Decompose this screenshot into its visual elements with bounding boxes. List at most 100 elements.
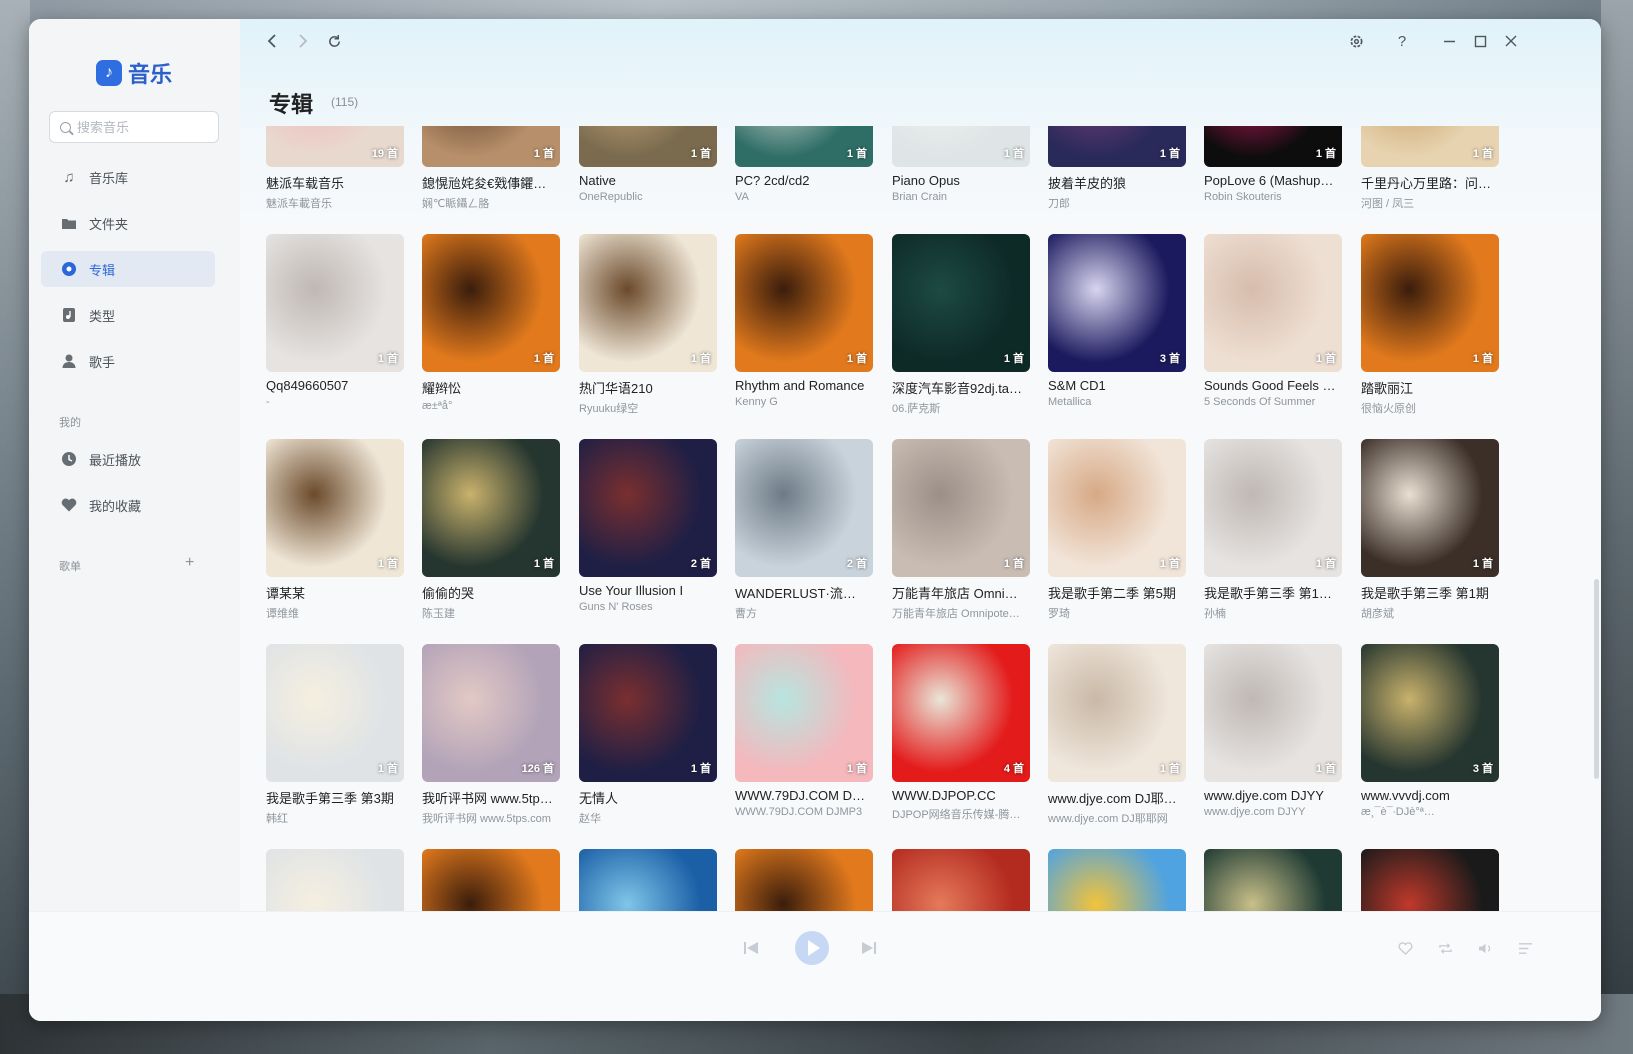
sidebar-item-favorites[interactable]: 我的收藏 (41, 487, 215, 523)
forward-button[interactable] (291, 29, 315, 53)
album-card[interactable]: 1 首 www.djye.com DJ耶… www.djye.com DJ耶耶网 (1048, 644, 1186, 826)
play-button[interactable] (795, 931, 829, 965)
album-cover[interactable]: 1 首 (735, 234, 873, 372)
repeat-button[interactable] (1436, 939, 1454, 957)
album-cover[interactable] (579, 849, 717, 911)
favorite-button[interactable] (1396, 939, 1414, 957)
add-playlist-button[interactable]: + (185, 554, 194, 572)
album-cover[interactable] (1361, 849, 1499, 911)
settings-button[interactable] (1344, 29, 1368, 53)
album-card[interactable]: 1 首 Rhythm and Romance Kenny G (735, 234, 873, 408)
album-card[interactable]: 1 首谭某某 谭维维 (266, 439, 404, 621)
album-cover[interactable]: 1 首 (1361, 126, 1499, 167)
album-card[interactable]: 4 首 WWW.DJPOP.CC DJPOP网络音乐传媒-腾… (892, 644, 1030, 822)
playlist-queue-button[interactable] (1516, 939, 1534, 957)
album-card[interactable]: 3 首 www.vvvdj.com æ¸¯è¯∙DJè°ª… (1361, 644, 1499, 818)
album-cover[interactable]: 1 首 (892, 439, 1030, 577)
album-card[interactable]: 3 首 S&M CD1 Metallica (1048, 234, 1186, 408)
album-card[interactable]: 126 首我听评书网 www.5tp… 我听评书网 www.5tps.com (422, 644, 560, 826)
album-cover[interactable] (266, 849, 404, 911)
album-card[interactable]: 1 首踏歌丽江 很恼火原创 (1361, 234, 1499, 416)
album-cover[interactable]: 1 首 (892, 126, 1030, 167)
album-cover[interactable]: 1 首 (1048, 644, 1186, 782)
album-card[interactable]: 1 首 Piano Opus Brian Crain (892, 126, 1030, 203)
back-button[interactable] (260, 29, 284, 53)
album-card[interactable]: 2 首 Use Your Illusion I Guns N' Roses (579, 439, 717, 613)
album-card[interactable]: 1 首我是歌手第三季 第1… 孙楠 (1204, 439, 1342, 621)
sidebar-item-singers[interactable]: 歌手 (41, 343, 215, 379)
album-card[interactable]: 1 首 www.djye.com DJYY www.djye.com DJYY (1204, 644, 1342, 818)
sidebar-item-albums[interactable]: 专辑 (41, 251, 215, 287)
album-cover[interactable]: 1 首 (1204, 126, 1342, 167)
album-cover[interactable]: 2 首 (735, 439, 873, 577)
scrollbar[interactable] (1594, 579, 1599, 779)
album-card[interactable] (422, 849, 560, 911)
album-card[interactable] (1048, 849, 1186, 911)
sidebar-item-recent[interactable]: 最近播放 (41, 441, 215, 477)
album-cover[interactable]: 1 首 (1361, 234, 1499, 372)
album-card[interactable] (1204, 849, 1342, 911)
album-cover[interactable] (735, 849, 873, 911)
album-cover[interactable]: 1 首 (266, 234, 404, 372)
search-box[interactable] (49, 111, 219, 143)
album-card[interactable]: 1 首 WWW.79DJ.COM D… WWW.79DJ.COM DJMP3 (735, 644, 873, 818)
album-card[interactable]: 1 首偷偷的哭 陈玉建 (422, 439, 560, 621)
album-grid[interactable]: 19 首魅派车载音乐 魅派车載音乐 1 首鎴愰兘姹夋€戣倳鑺… 娴℃眽鑷ㄥ胳 1 首 Na… (240, 126, 1601, 911)
album-cover[interactable]: 1 首 (1204, 644, 1342, 782)
album-card[interactable]: 1 首万能青年旅店 Omni… 万能青年旅店 Omnipote… (892, 439, 1030, 621)
album-card[interactable] (735, 849, 873, 911)
album-cover[interactable]: 1 首 (1204, 439, 1342, 577)
album-cover[interactable]: 1 首 (266, 644, 404, 782)
album-card[interactable]: 1 首深度汽车影音92dj.ta… 06.萨克斯 (892, 234, 1030, 416)
album-card[interactable]: 1 首我是歌手第三季 第1期 胡彦斌 (1361, 439, 1499, 621)
album-card[interactable] (1361, 849, 1499, 911)
album-cover[interactable]: 1 首 (579, 644, 717, 782)
album-cover[interactable] (1048, 849, 1186, 911)
next-button[interactable] (859, 938, 879, 958)
album-card[interactable] (892, 849, 1030, 911)
album-card[interactable]: 1 首披着羊皮的狼 刀郎 (1048, 126, 1186, 211)
album-cover[interactable]: 1 首 (579, 126, 717, 167)
album-card[interactable]: 1 首 PC? 2cd/cd2 VA (735, 126, 873, 203)
album-cover[interactable]: 1 首 (579, 234, 717, 372)
album-cover[interactable] (892, 849, 1030, 911)
help-button[interactable]: ? (1390, 29, 1414, 53)
refresh-button[interactable] (322, 29, 346, 53)
maximize-button[interactable] (1468, 29, 1492, 53)
album-cover[interactable] (1204, 849, 1342, 911)
album-card[interactable]: 1 首 Native OneRepublic (579, 126, 717, 203)
album-cover[interactable]: 126 首 (422, 644, 560, 782)
album-cover[interactable]: 4 首 (892, 644, 1030, 782)
album-card[interactable]: 19 首魅派车载音乐 魅派车載音乐 (266, 126, 404, 211)
album-card[interactable] (266, 849, 404, 911)
album-cover[interactable] (422, 849, 560, 911)
album-card[interactable]: 1 首耀辫忪 æ±ªå° (422, 234, 560, 412)
album-card[interactable]: 2 首 WANDERLUST·流… 曹方 (735, 439, 873, 621)
album-cover[interactable]: 1 首 (422, 126, 560, 167)
album-cover[interactable]: 1 首 (735, 644, 873, 782)
album-cover[interactable]: 1 首 (1048, 126, 1186, 167)
album-cover[interactable]: 19 首 (266, 126, 404, 167)
sidebar-item-folders[interactable]: 文件夹 (41, 205, 215, 241)
album-cover[interactable]: 1 首 (735, 126, 873, 167)
album-cover[interactable]: 1 首 (1204, 234, 1342, 372)
sidebar-item-library[interactable]: ♫ 音乐库 (41, 159, 215, 195)
album-cover[interactable]: 2 首 (579, 439, 717, 577)
album-cover[interactable]: 3 首 (1048, 234, 1186, 372)
album-card[interactable]: 1 首千里丹心万里路：问… 河图 / 凤三 (1361, 126, 1499, 211)
album-card[interactable]: 1 首 Qq849660507 - (266, 234, 404, 408)
album-card[interactable]: 1 首我是歌手第二季 第5期 罗琦 (1048, 439, 1186, 621)
album-card[interactable]: 1 首 Sounds Good Feels … 5 Seconds Of Summe… (1204, 234, 1342, 408)
album-cover[interactable]: 1 首 (892, 234, 1030, 372)
album-card[interactable]: 1 首无情人 赵华 (579, 644, 717, 826)
album-card[interactable]: 1 首鎴愰兘姹夋€戣倳鑺… 娴℃眽鑷ㄥ胳 (422, 126, 560, 211)
album-card[interactable] (579, 849, 717, 911)
album-cover[interactable]: 1 首 (1048, 439, 1186, 577)
close-button[interactable] (1499, 29, 1523, 53)
album-cover[interactable]: 1 首 (422, 234, 560, 372)
previous-button[interactable] (741, 938, 761, 958)
search-input[interactable] (77, 119, 207, 135)
minimize-button[interactable] (1437, 29, 1461, 53)
volume-button[interactable] (1476, 939, 1494, 957)
album-cover[interactable]: 3 首 (1361, 644, 1499, 782)
